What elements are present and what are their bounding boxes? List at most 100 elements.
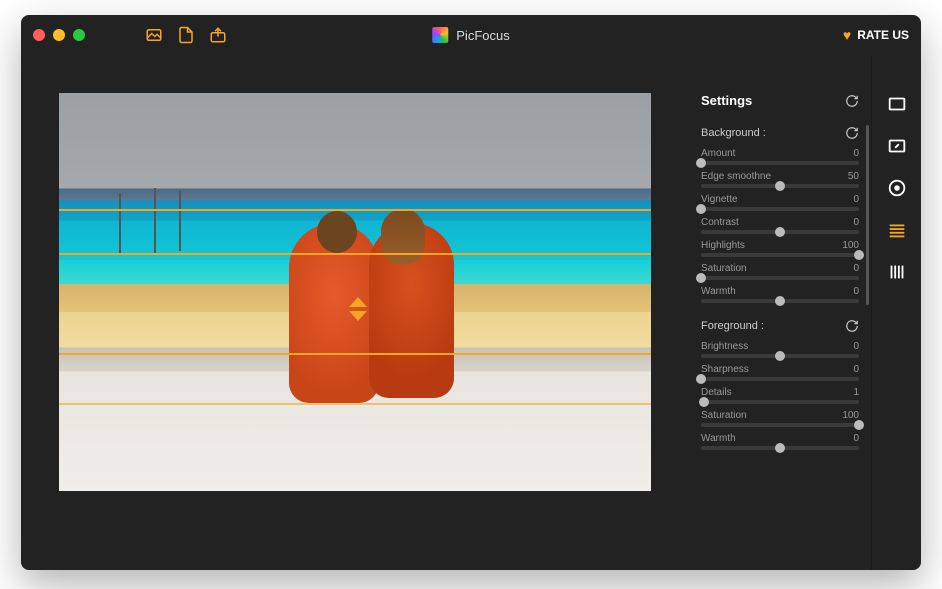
image-detail (179, 191, 181, 251)
slider-row: Contrast 0 (701, 217, 859, 234)
settings-panel: Settings Background : Amount 0 Edge smooth… (681, 55, 871, 570)
slider-track[interactable] (701, 423, 859, 427)
slider-track[interactable] (701, 446, 859, 450)
focus-guide-line[interactable] (59, 253, 651, 255)
slider-thumb[interactable] (775, 296, 785, 306)
slider-thumb[interactable] (696, 273, 706, 283)
slider-value: 0 (853, 263, 859, 274)
image-detail (154, 188, 156, 253)
slider-value: 0 (853, 364, 859, 375)
slider-thumb[interactable] (775, 181, 785, 191)
slider-value: 0 (853, 194, 859, 205)
reset-foreground-icon[interactable] (845, 319, 859, 333)
image-canvas[interactable] (59, 93, 651, 491)
slider-row: Saturation100 (701, 410, 859, 427)
slider-row: Details1 (701, 387, 859, 404)
slider-row: Warmth 0 (701, 433, 859, 450)
slider-track[interactable] (701, 253, 859, 257)
slider-value: 0 (853, 148, 859, 159)
minimize-button[interactable] (53, 29, 65, 41)
open-file-icon[interactable] (177, 26, 195, 44)
slider-row: Vignette 0 (701, 194, 859, 211)
slider-track[interactable] (701, 377, 859, 381)
slider-value: 0 (853, 286, 859, 297)
slider-label: Brightness (701, 341, 748, 352)
content-area: Settings Background : Amount 0 Edge smooth… (21, 55, 921, 570)
canvas-area (21, 55, 681, 570)
slider-track[interactable] (701, 400, 859, 404)
focus-guide-line[interactable] (59, 209, 651, 211)
app-window: PicFocus ♥ RATE US (21, 15, 921, 570)
focus-drag-handle[interactable] (349, 297, 367, 321)
slider-thumb[interactable] (775, 351, 785, 361)
slider-thumb[interactable] (854, 420, 864, 430)
scrollbar[interactable] (866, 125, 869, 305)
slider-thumb[interactable] (696, 204, 706, 214)
slider-row: Saturation 0 (701, 263, 859, 280)
slider-value: 0 (853, 217, 859, 228)
image-detail (119, 193, 121, 253)
rate-us-button[interactable]: ♥ RATE US (843, 27, 909, 43)
app-title: PicFocus (456, 28, 509, 43)
maximize-button[interactable] (73, 29, 85, 41)
slider-thumb[interactable] (699, 397, 709, 407)
reset-background-icon[interactable] (845, 126, 859, 140)
titlebar: PicFocus ♥ RATE US (21, 15, 921, 55)
slider-thumb[interactable] (696, 158, 706, 168)
slider-track[interactable] (701, 276, 859, 280)
image-detail (381, 209, 425, 264)
crop-tool-icon[interactable] (886, 93, 908, 115)
close-button[interactable] (33, 29, 45, 41)
slider-label: Amount (701, 148, 735, 159)
title-area: PicFocus (432, 27, 509, 43)
rate-us-label: RATE US (857, 28, 909, 42)
slider-row: Edge smoothne 50 (701, 171, 859, 188)
background-section-label: Background : (701, 127, 766, 139)
settings-title: Settings (701, 93, 752, 108)
slider-track[interactable] (701, 161, 859, 165)
slider-value: 0 (853, 341, 859, 352)
heart-icon: ♥ (843, 27, 851, 43)
radial-tool-icon[interactable] (886, 177, 908, 199)
slider-track[interactable] (701, 207, 859, 211)
linear-tool-icon[interactable] (886, 219, 908, 241)
slider-track[interactable] (701, 230, 859, 234)
foreground-section-label: Foreground : (701, 320, 764, 332)
reset-all-icon[interactable] (845, 94, 859, 108)
slider-thumb[interactable] (854, 250, 864, 260)
slider-value: 1 (853, 387, 859, 398)
slider-track[interactable] (701, 299, 859, 303)
slider-label: Contrast (701, 217, 739, 228)
slider-track[interactable] (701, 354, 859, 358)
selection-tool-icon[interactable] (886, 135, 908, 157)
slider-row: Amount 0 (701, 148, 859, 165)
slider-label: Sharpness (701, 364, 749, 375)
slider-value: 50 (848, 171, 859, 182)
slider-track[interactable] (701, 184, 859, 188)
slider-thumb[interactable] (775, 227, 785, 237)
slider-label: Highlights (701, 240, 745, 251)
app-logo-icon (432, 27, 448, 43)
open-image-icon[interactable] (145, 26, 163, 44)
slider-thumb[interactable] (775, 443, 785, 453)
slider-value: 0 (853, 433, 859, 444)
toolbar-left (145, 26, 227, 44)
slider-label: Warmth (701, 433, 736, 444)
slider-label: Vignette (701, 194, 738, 205)
slider-label: Warmth (701, 286, 736, 297)
slider-row: Warmth 0 (701, 286, 859, 303)
share-icon[interactable] (209, 26, 227, 44)
slider-row: Sharpness 0 (701, 364, 859, 381)
focus-guide-line[interactable] (59, 353, 651, 355)
focus-guide-line[interactable] (59, 403, 651, 405)
window-controls (33, 29, 85, 41)
slider-row: Highlights100 (701, 240, 859, 257)
tool-sidebar (871, 55, 921, 570)
slider-label: Saturation (701, 263, 747, 274)
slider-thumb[interactable] (696, 374, 706, 384)
slider-label: Edge smoothne (701, 171, 771, 182)
slider-row: Brightness 0 (701, 341, 859, 358)
slider-label: Saturation (701, 410, 747, 421)
bars-tool-icon[interactable] (886, 261, 908, 283)
image-detail (317, 211, 357, 253)
